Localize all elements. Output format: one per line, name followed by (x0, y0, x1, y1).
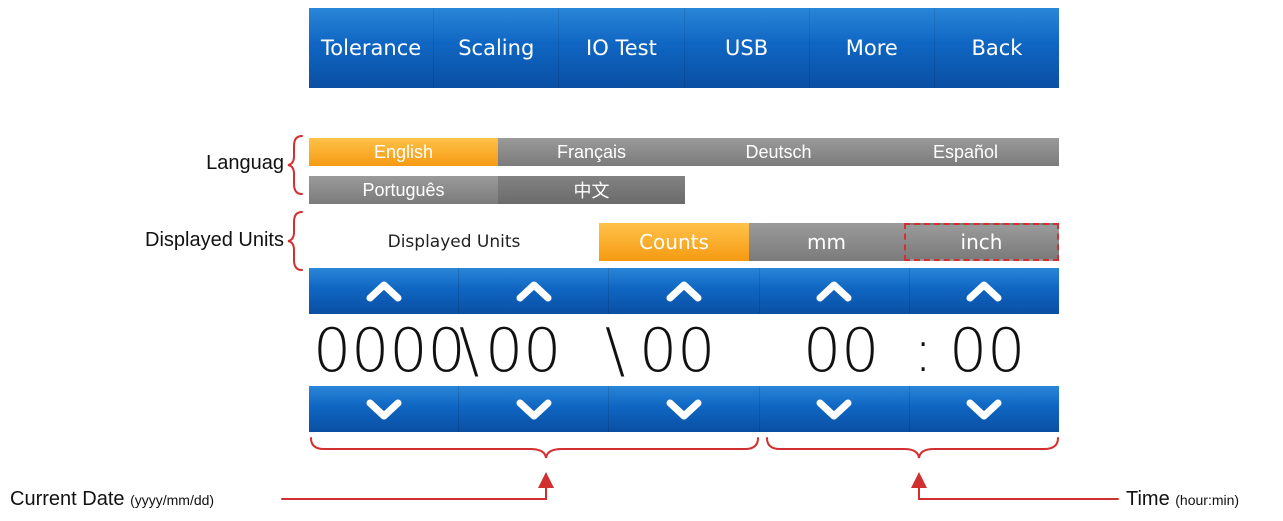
top-menu-bar: Tolerance Scaling IO Test USB More Back (309, 8, 1059, 88)
scaling-button[interactable]: Scaling (434, 8, 560, 88)
minute-down-button[interactable] (910, 386, 1059, 432)
minute-up-button[interactable] (910, 268, 1059, 314)
chevron-up-icon (666, 281, 702, 302)
day-down-button[interactable] (609, 386, 760, 432)
tolerance-button[interactable]: Tolerance (309, 8, 435, 88)
language-portugues[interactable]: Português (309, 176, 498, 204)
chevron-up-icon (966, 281, 1002, 302)
chevron-up-icon (816, 281, 852, 302)
unit-counts-button[interactable]: Counts (599, 223, 749, 261)
io-test-button[interactable]: IO Test (559, 8, 685, 88)
year-up-button[interactable] (309, 268, 460, 314)
annotation-date-sub: (yyyy/mm/dd) (130, 492, 215, 508)
date-brace (310, 437, 759, 459)
annotation-language: Languag (206, 152, 284, 174)
day-value: 00 (639, 316, 716, 386)
chevron-down-icon (816, 399, 852, 420)
date-separator: \ (605, 316, 626, 386)
month-down-button[interactable] (459, 386, 610, 432)
month-value: 00 (485, 316, 562, 386)
time-brace (766, 437, 1059, 459)
language-english[interactable]: English (309, 138, 498, 166)
chevron-up-icon (516, 281, 552, 302)
language-deutsch[interactable]: Deutsch (685, 138, 872, 166)
annotation-time-sub: (hour:min) (1175, 492, 1240, 508)
usb-button[interactable]: USB (685, 8, 810, 88)
annotation-units: Displayed Units (145, 229, 284, 251)
annotation-date-main: Current Date (10, 488, 125, 510)
hour-down-button[interactable] (760, 386, 910, 432)
device-screen: Tolerance Scaling IO Test USB More Back … (309, 8, 1059, 432)
displayed-units-label: Displayed Units (387, 232, 521, 252)
language-francais[interactable]: Français (498, 138, 685, 166)
time-arrowhead (911, 472, 927, 488)
unit-inch-button[interactable]: inch (904, 223, 1059, 261)
datetime-display: 0000 \ 00 \ 00 00 : 00 (309, 314, 1059, 388)
chevron-down-icon (666, 399, 702, 420)
year-value: 0000 (313, 316, 466, 386)
annotation-time-main: Time (1126, 488, 1170, 510)
time-pointer-line (918, 485, 1119, 500)
unit-mm-button[interactable]: mm (749, 223, 904, 261)
chevron-down-icon (516, 399, 552, 420)
more-button[interactable]: More (810, 8, 935, 88)
date-arrowhead (538, 472, 554, 488)
day-up-button[interactable] (609, 268, 760, 314)
hour-value: 00 (803, 316, 880, 386)
chevron-down-icon (366, 399, 402, 420)
year-down-button[interactable] (309, 386, 460, 432)
annotation-date: Current Date (yyyy/mm/dd) (10, 488, 214, 511)
date-pointer-line (281, 485, 547, 500)
language-brace (287, 135, 303, 195)
language-chinese[interactable]: 中文 (498, 176, 685, 204)
chevron-down-icon (966, 399, 1002, 420)
annotation-time: Time (hour:min) (1126, 488, 1239, 511)
time-colon: : (913, 316, 934, 386)
back-button[interactable]: Back (935, 8, 1059, 88)
chevron-up-icon (366, 281, 402, 302)
increment-row (309, 268, 1059, 314)
date-separator: \ (459, 316, 480, 386)
units-brace (287, 211, 303, 271)
month-up-button[interactable] (459, 268, 610, 314)
minute-value: 00 (949, 316, 1026, 386)
hour-up-button[interactable] (760, 268, 910, 314)
decrement-row (309, 386, 1059, 432)
language-espanol[interactable]: Español (872, 138, 1059, 166)
